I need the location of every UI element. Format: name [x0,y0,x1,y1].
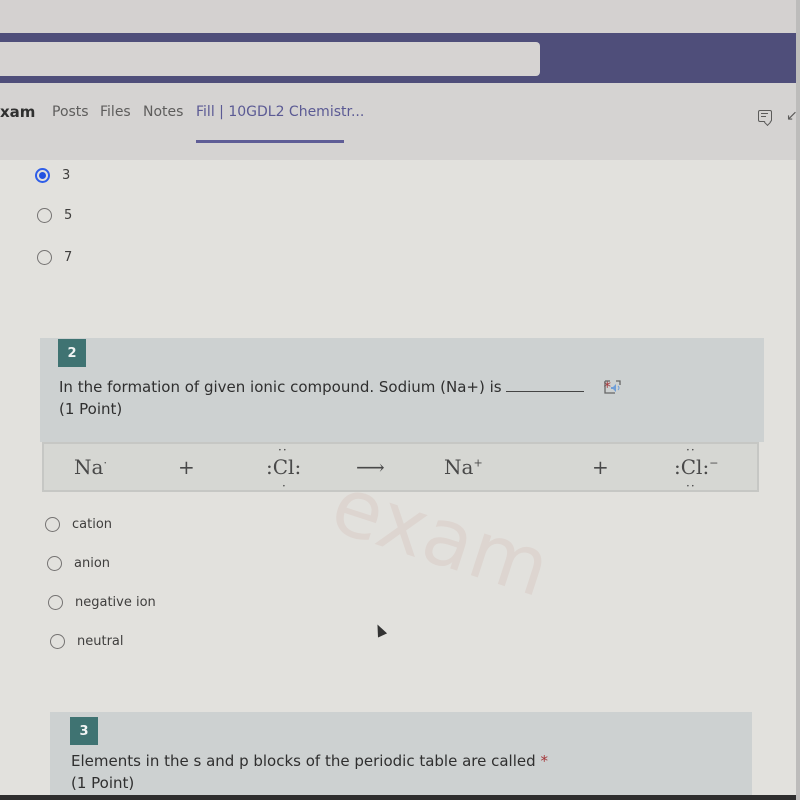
option-5[interactable]: 5 [37,208,72,223]
active-tab-indicator [196,140,344,143]
reactant-sodium: Na· [74,455,107,479]
question-text: In the formation of given ionic compound… [59,377,611,398]
reaction-arrow: ⟶ [356,455,385,479]
plus-sign: + [178,455,195,479]
tab-files[interactable]: Files [100,104,131,120]
radio[interactable] [37,208,52,223]
app-name: xam [0,103,36,121]
screen-bezel [0,795,800,800]
question-number: 3 [70,717,98,745]
option-negative-ion[interactable]: negative ion [48,595,156,610]
tab-notes[interactable]: Notes [143,104,183,120]
option-label: 5 [64,208,73,223]
equation-image: Na· + :Cl: ·· · ⟶ Na+ + :Cl:− ·· ·· [42,442,759,492]
question-points: (1 Point) [59,400,123,418]
option-label: negative ion [75,595,156,610]
radio[interactable] [45,517,60,532]
question-text-body: Elements in the s and p blocks of the pe… [71,752,536,770]
top-strip [0,0,800,33]
plus-sign: + [592,455,609,479]
tab-form[interactable]: Fill | 10GDL2 Chemistr... [196,104,364,120]
radio[interactable] [47,556,62,571]
option-anion[interactable]: anion [47,556,110,571]
radio[interactable] [50,634,65,649]
product-chloride-ion: :Cl:− [674,455,719,479]
option-cation[interactable]: cation [45,517,112,532]
electron-dots: ·· [686,479,696,493]
radio-selected[interactable] [35,168,50,183]
electron-dot: · [282,479,286,493]
radio[interactable] [37,250,52,265]
option-7[interactable]: 7 [37,250,72,265]
option-label: neutral [77,634,124,649]
option-3[interactable]: 3 [35,168,70,183]
question-text-body: In the formation of given ionic compound… [59,378,502,396]
product-sodium-ion: Na+ [444,455,483,479]
question-text: Elements in the s and p blocks of the pe… [71,751,548,772]
search-input[interactable] [0,42,540,76]
option-label: 7 [64,250,73,265]
question-number: 2 [58,339,86,367]
reactant-chlorine: :Cl: [266,455,302,479]
option-label: anion [74,556,111,571]
option-label: 3 [62,168,71,183]
screen-edge [796,0,800,800]
answer-blank [506,379,585,392]
immersive-reader-icon[interactable] [603,379,623,395]
radio[interactable] [48,595,63,610]
tab-bar [0,83,800,161]
tab-posts[interactable]: Posts [52,104,89,120]
electron-dots: ·· [278,443,288,457]
electron-dots: ·· [686,443,696,457]
question-points: (1 Point) [71,774,135,792]
option-neutral[interactable]: neutral [50,634,124,649]
chat-icon[interactable] [758,110,772,122]
option-label: cation [72,517,113,532]
required-mark: * [540,752,548,770]
